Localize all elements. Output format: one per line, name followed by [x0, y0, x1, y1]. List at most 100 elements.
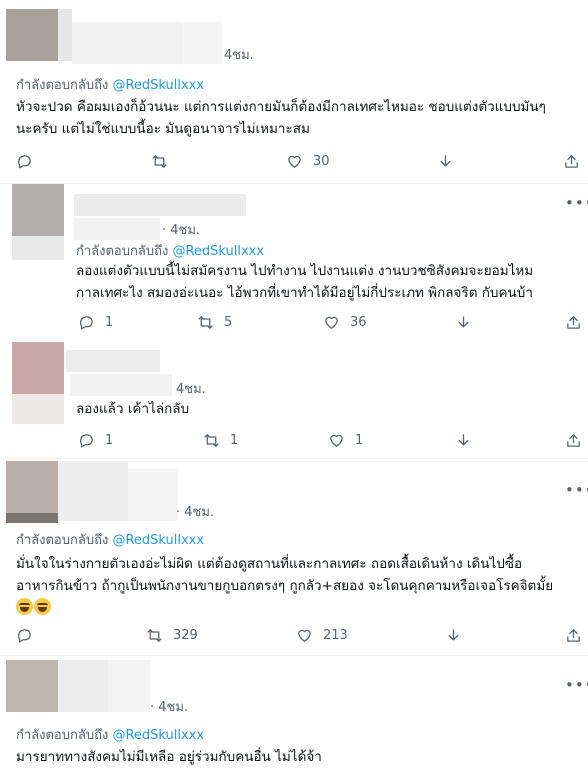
tweet-2[interactable]: · 4ชม. ••• กำลังตอบกลับถึง @RedSkullxxx …	[0, 184, 588, 340]
replying-to: กำลังตอบกลับถึง @RedSkullxxx	[16, 529, 204, 550]
tweet-time[interactable]: · 4ชม.	[162, 219, 200, 240]
like-button[interactable]: 1	[328, 430, 363, 450]
retweet-button[interactable]: 329	[146, 625, 198, 645]
reply-prefix: กำลังตอบกลับถึง	[76, 244, 169, 259]
emoji-line	[16, 597, 553, 619]
reply-button[interactable]	[16, 151, 43, 171]
avatar[interactable]	[6, 660, 58, 712]
share-button[interactable]	[565, 625, 582, 645]
download-arrow-icon	[458, 433, 469, 445]
retweet-button[interactable]: 5	[197, 312, 232, 332]
tweet-text-line: หัวจะปวด คือผมเองก็อ้วนนะ แต่การแต่งกายม…	[16, 99, 546, 115]
like-count: 1	[355, 432, 364, 448]
tears-of-joy-emoji-icon	[34, 598, 51, 615]
tweet-text-line: ลองแต่งตัวแบบนี้ไม่สมัครงาน ไปทำงาน ไปงา…	[76, 263, 534, 279]
reply-button[interactable]: 1	[78, 312, 113, 332]
replying-to: กำลังตอบกลับถึง @RedSkullxxx	[76, 240, 264, 261]
tweet-text: มารยาททางสังคมไม่มีเหลือ อยู่ร่วมกับคนอื…	[16, 746, 322, 768]
replying-to: กำลังตอบกลับถึง @RedSkullxxx	[16, 724, 204, 745]
retweet-count: 5	[224, 314, 233, 330]
avatar[interactable]	[6, 461, 58, 513]
reply-button[interactable]: 1	[78, 430, 113, 450]
tweet-text-line: อาหารกินข้าว ถ้ากูเป็นพนักงานขายกูบอกตรง…	[16, 578, 554, 594]
tweet-5[interactable]: · 4ชม. ••• กำลังตอบกลับถึง @RedSkullxxx …	[0, 656, 588, 782]
blurred-avatar-edge	[6, 513, 58, 523]
share-button[interactable]	[565, 430, 582, 450]
tweet-3[interactable]: 4ชม. ลองแล้ว เค้าไล่กลับ 1 1 1	[0, 340, 588, 458]
blurred-username	[74, 218, 160, 240]
avatar[interactable]	[12, 342, 64, 394]
download-button[interactable]	[445, 625, 462, 645]
more-options-button[interactable]: •••	[565, 196, 588, 211]
blurred-avatar-edge	[12, 236, 64, 260]
heart-icon	[298, 629, 311, 642]
blurred-display-name	[74, 194, 246, 216]
reply-prefix: กำลังตอบกลับถึง	[16, 533, 109, 548]
tweet-text-line: กาลเทศะไง สมองอ่ะเนอะ ไอ้พวกที่เขาทำได้ม…	[76, 285, 533, 301]
tweet-text-line: มารยาททางสังคมไม่มีเหลือ อยู่ร่วมกับคนอื…	[16, 749, 322, 765]
retweet-count: 1	[230, 432, 239, 448]
reply-handle-link[interactable]: @RedSkullxxx	[112, 533, 204, 548]
tweet-time[interactable]: 4ชม.	[176, 378, 206, 399]
tweet-time[interactable]: 4ชม.	[224, 44, 254, 65]
like-button[interactable]: 36	[323, 312, 367, 332]
replying-to: กำลังตอบกลับถึง @RedSkullxxx	[16, 74, 204, 95]
blurred-display-name	[72, 22, 182, 64]
retweet-icon	[147, 628, 162, 642]
tears-of-joy-emoji-icon	[16, 598, 33, 615]
blurred-display-name	[58, 660, 108, 712]
tweet-text: ลองแล้ว เค้าไล่กลับ	[76, 398, 189, 420]
like-count: 213	[323, 627, 348, 643]
download-arrow-icon	[440, 154, 451, 166]
share-button[interactable]	[565, 312, 582, 332]
tweet-text: หัวจะปวด คือผมเองก็อ้วนนะ แต่การแต่งกายม…	[16, 96, 546, 140]
heart-icon	[330, 434, 343, 447]
download-button[interactable]	[437, 151, 454, 171]
reply-icon	[18, 154, 31, 169]
retweet-count: 329	[173, 627, 198, 643]
reply-handle-link[interactable]: @RedSkullxxx	[112, 78, 204, 93]
more-options-button[interactable]: •••	[565, 483, 588, 498]
tweet-text: ลองแต่งตัวแบบนี้ไม่สมัครงาน ไปทำงาน ไปงา…	[76, 260, 533, 304]
heart-icon	[288, 155, 301, 168]
reply-handle-link[interactable]: @RedSkullxxx	[172, 244, 264, 259]
like-button[interactable]: 30	[286, 151, 330, 171]
tweet-text: มั่นใจในร่างกายตัวเองอ่ะไม่ผิด แต่ต้องดู…	[16, 553, 553, 619]
tweet-text-line: มั่นใจในร่างกายตัวเองอ่ะไม่ผิด แต่ต้องดู…	[16, 556, 523, 572]
tweet-time[interactable]: · 4ชม.	[150, 696, 188, 717]
tweet-time[interactable]: · 4ชม.	[176, 501, 214, 522]
reply-button[interactable]	[16, 625, 43, 645]
tweet-4[interactable]: · 4ชม. ••• กำลังตอบกลับถึง @RedSkullxxx …	[0, 459, 588, 655]
more-options-button[interactable]: •••	[565, 678, 588, 693]
download-arrow-icon	[458, 315, 469, 327]
download-button[interactable]	[455, 312, 472, 332]
blurred-username	[70, 374, 172, 396]
avatar[interactable]	[12, 184, 64, 236]
tweet-text-line: ลองแล้ว เค้าไล่กลับ	[76, 401, 190, 417]
retweet-icon	[198, 315, 213, 329]
reply-prefix: กำลังตอบกลับถึง	[16, 78, 109, 93]
retweet-button[interactable]	[151, 151, 178, 171]
download-button[interactable]	[455, 430, 472, 450]
avatar[interactable]	[6, 9, 58, 61]
share-icon	[567, 628, 580, 642]
blurred-username	[182, 22, 222, 64]
reply-prefix: กำลังตอบกลับถึง	[16, 728, 109, 743]
blurred-avatar-edge	[12, 394, 64, 424]
like-count: 36	[350, 314, 367, 330]
like-button[interactable]: 213	[296, 625, 348, 645]
retweet-icon	[152, 154, 167, 168]
share-button[interactable]	[563, 151, 580, 171]
retweet-icon	[204, 433, 219, 447]
tweet-1[interactable]: 4ชม. กำลังตอบกลับถึง @RedSkullxxx หัวจะป…	[0, 0, 588, 183]
heart-icon	[325, 316, 338, 329]
reply-handle-link[interactable]: @RedSkullxxx	[112, 728, 204, 743]
reply-count: 1	[105, 314, 114, 330]
retweet-button[interactable]: 1	[203, 430, 238, 450]
blurred-username	[108, 660, 150, 712]
blurred-display-name	[58, 461, 128, 521]
reply-icon	[80, 315, 93, 330]
share-icon	[567, 315, 580, 329]
tweet-text-line: นะครับ แต่ไม่ใช่แบบนี้อะ มันดูอนาจารไม่เ…	[16, 121, 310, 137]
share-icon	[567, 433, 580, 447]
